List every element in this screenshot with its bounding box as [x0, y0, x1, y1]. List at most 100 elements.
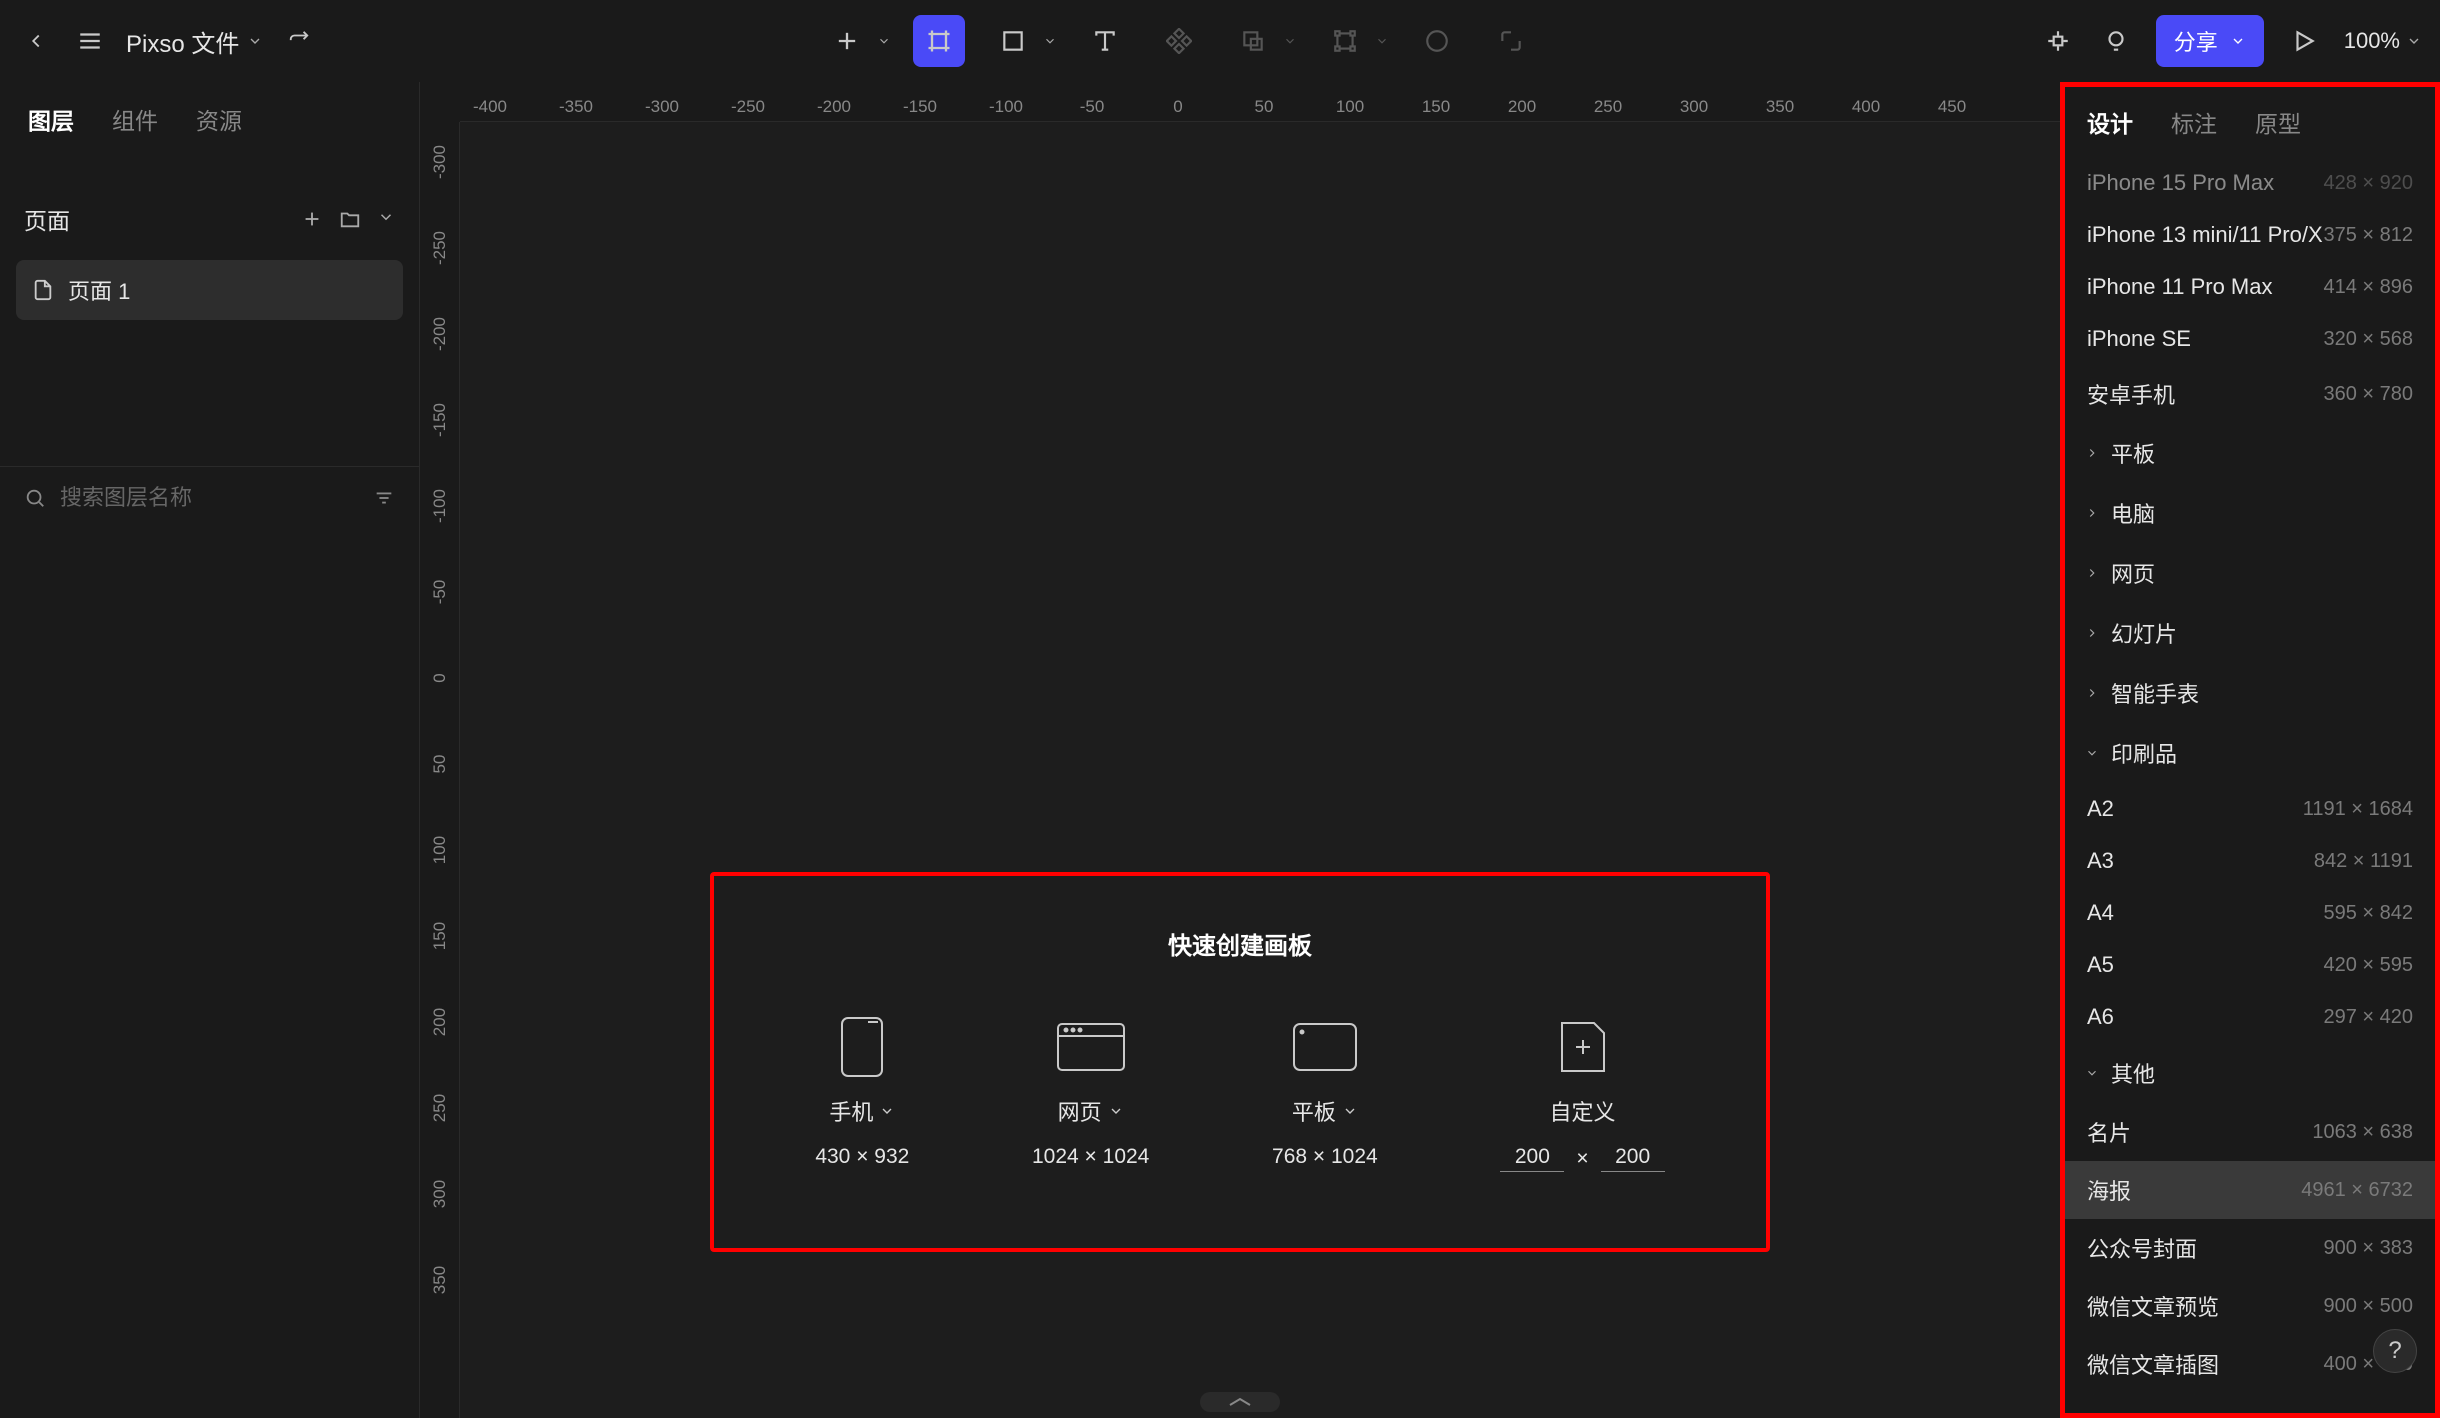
quick-panel-title: 快速创建画板	[754, 926, 1726, 961]
play-button[interactable]	[2286, 23, 2322, 59]
back-button[interactable]	[18, 23, 54, 59]
chevron-down-icon	[2085, 1066, 2099, 1080]
frame-tool[interactable]	[913, 15, 965, 67]
menu-button[interactable]	[72, 23, 108, 59]
sync-button[interactable]	[281, 23, 317, 59]
ruler-tick: 200	[430, 1008, 450, 1036]
page-item[interactable]: 页面 1	[16, 260, 403, 320]
frame-preset[interactable]: 微信文章预览900 × 500	[2065, 1277, 2435, 1335]
frame-preset[interactable]: A3842 × 1191	[2065, 835, 2435, 887]
bottom-panel-handle[interactable]	[1200, 1392, 1280, 1412]
ruler-tick: -300	[645, 97, 679, 117]
tab-assets[interactable]: 资源	[196, 102, 242, 136]
help-button[interactable]: ?	[2373, 1329, 2417, 1373]
search-icon	[24, 487, 46, 509]
ruler-tick: 150	[430, 922, 450, 950]
share-label: 分享	[2174, 25, 2218, 57]
page-name: 页面 1	[68, 274, 130, 306]
frame-preset[interactable]: iPhone SE320 × 568	[2065, 313, 2435, 365]
vector-tool[interactable]	[1319, 15, 1389, 67]
tab-components[interactable]: 组件	[112, 102, 158, 136]
custom-height[interactable]: 200	[1601, 1145, 1665, 1172]
preset-name: A4	[2087, 900, 2114, 926]
chevron-down-icon	[2406, 33, 2422, 49]
ruler-horizontal: -400-350-300-250-200-150-100-50050100150…	[460, 82, 2060, 122]
tab-prototype[interactable]: 原型	[2255, 105, 2301, 139]
category-header[interactable]: 其他	[2065, 1043, 2435, 1103]
ruler-tick: 0	[430, 673, 450, 682]
preset-dim: 297 × 420	[2323, 1006, 2413, 1029]
frame-preset[interactable]: A4595 × 842	[2065, 887, 2435, 939]
category-header[interactable]: 幻灯片	[2065, 603, 2435, 663]
preset-name: iPhone SE	[2087, 326, 2191, 352]
chevron-down-icon[interactable]	[377, 208, 395, 226]
category-label: 其他	[2111, 1057, 2155, 1089]
ruler-tick: -150	[430, 403, 450, 437]
frame-preset[interactable]: A5420 × 595	[2065, 939, 2435, 991]
page-icon	[32, 279, 54, 301]
ruler-tick: 200	[1508, 97, 1536, 117]
hint-button[interactable]	[2098, 23, 2134, 59]
custom-width[interactable]: 200	[1500, 1145, 1564, 1172]
share-button[interactable]: 分享	[2156, 15, 2264, 67]
preset-phone[interactable]: 手机 430 × 932	[815, 1017, 909, 1172]
ruler-corner	[420, 82, 460, 122]
plugins-button[interactable]	[2040, 23, 2076, 59]
frame-preset[interactable]: iPhone 13 mini/11 Pro/X375 × 812	[2065, 209, 2435, 261]
frame-preset[interactable]: A21191 × 1684	[2065, 783, 2435, 835]
preset-name: A2	[2087, 796, 2114, 822]
ruler-tick: -150	[903, 97, 937, 117]
preset-name: A5	[2087, 952, 2114, 978]
ruler-tick: 50	[1255, 97, 1274, 117]
folder-icon[interactable]	[339, 208, 361, 230]
frame-preset[interactable]: A6297 × 420	[2065, 991, 2435, 1043]
boolean-tool[interactable]	[1227, 15, 1297, 67]
category-header[interactable]: 印刷品	[2065, 723, 2435, 783]
component-tool[interactable]	[1153, 15, 1205, 67]
preset-tablet[interactable]: 平板 768 × 1024	[1272, 1017, 1378, 1172]
tab-layers[interactable]: 图层	[28, 102, 74, 136]
add-page-icon[interactable]	[301, 208, 323, 230]
corner-tool[interactable]	[1485, 15, 1537, 67]
shape-tool[interactable]	[987, 15, 1057, 67]
ruler-tick: -100	[989, 97, 1023, 117]
tab-design[interactable]: 设计	[2087, 105, 2133, 139]
frame-preset[interactable]: 海报4961 × 6732	[2065, 1161, 2435, 1219]
preset-name: 海报	[2087, 1174, 2131, 1206]
ruler-tick: 150	[1422, 97, 1450, 117]
chevron-right-icon	[2085, 446, 2099, 460]
frame-preset[interactable]: 名片1063 × 638	[2065, 1103, 2435, 1161]
ellipse-tool[interactable]	[1411, 15, 1463, 67]
preset-custom[interactable]: 自定义 200 × 200	[1500, 1017, 1664, 1172]
zoom-dropdown[interactable]: 100%	[2344, 28, 2422, 54]
preset-dim: 414 × 896	[2323, 276, 2413, 299]
category-header[interactable]: 电脑	[2065, 483, 2435, 543]
frame-preset[interactable]: iPhone 11 Pro Max414 × 896	[2065, 261, 2435, 313]
category-header[interactable]: 智能手表	[2065, 663, 2435, 723]
preset-name: 安卓手机	[2087, 378, 2175, 410]
preset-name: 名片	[2087, 1116, 2131, 1148]
category-header[interactable]: 平板	[2065, 423, 2435, 483]
text-tool[interactable]	[1079, 15, 1131, 67]
right-panel: 设计 标注 原型 iPhone 15 Pro Max428 × 920iPhon…	[2060, 82, 2440, 1418]
ruler-tick: -400	[473, 97, 507, 117]
custom-icon	[1548, 1017, 1618, 1077]
quick-create-panel: 快速创建画板 手机 430 × 932 网页 1024 × 1024 平板 76…	[710, 872, 1770, 1252]
zoom-value: 100%	[2344, 28, 2400, 54]
frame-preset[interactable]: iPhone 15 Pro Max428 × 920	[2065, 157, 2435, 209]
file-title-text: Pixso 文件	[126, 24, 239, 59]
preset-web[interactable]: 网页 1024 × 1024	[1032, 1017, 1149, 1172]
file-title-dropdown[interactable]: Pixso 文件	[126, 24, 263, 59]
search-input[interactable]	[60, 485, 359, 511]
chevron-down-icon	[879, 1103, 895, 1119]
preset-dim: 375 × 812	[2323, 224, 2413, 247]
filter-icon[interactable]	[373, 487, 395, 509]
chevron-right-icon	[2085, 566, 2099, 580]
add-tool[interactable]	[821, 15, 891, 67]
left-panel: 图层 组件 资源 页面 页面 1	[0, 82, 420, 1418]
category-header[interactable]: 网页	[2065, 543, 2435, 603]
tab-annotate[interactable]: 标注	[2171, 105, 2217, 139]
canvas[interactable]: -400-350-300-250-200-150-100-50050100150…	[420, 82, 2060, 1418]
frame-preset[interactable]: 公众号封面900 × 383	[2065, 1219, 2435, 1277]
frame-preset[interactable]: 安卓手机360 × 780	[2065, 365, 2435, 423]
